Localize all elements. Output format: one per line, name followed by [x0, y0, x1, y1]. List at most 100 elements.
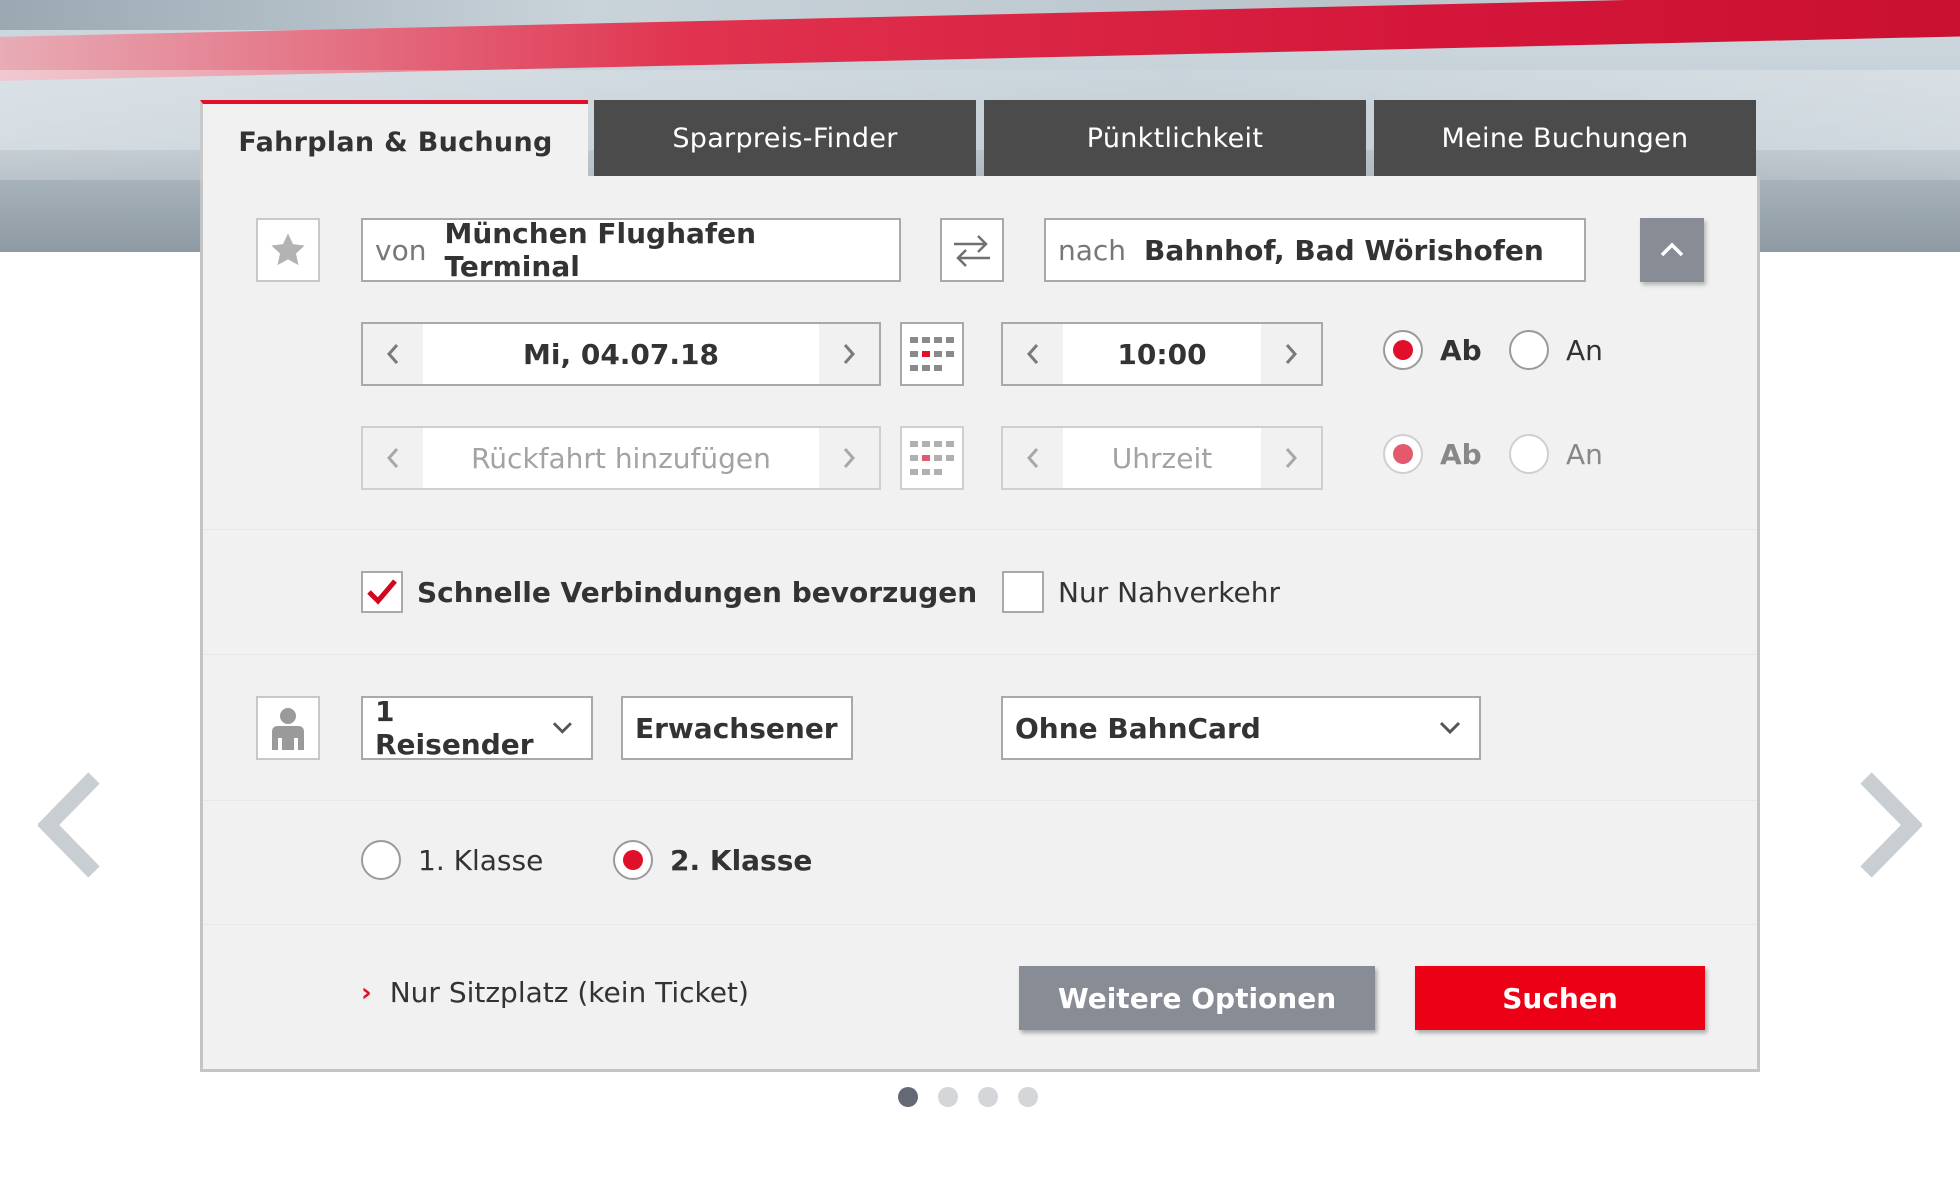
carousel-next-button[interactable]	[1852, 770, 1924, 880]
radio-circle	[1509, 330, 1549, 370]
return-date-stepper: Rückfahrt hinzufügen	[361, 426, 881, 490]
radio-dot	[1393, 444, 1413, 464]
person-icon	[272, 708, 304, 750]
second-class-label: 2. Klasse	[670, 843, 813, 877]
traveller-count-value: 1 Reisender	[375, 695, 534, 761]
chevron-right-icon	[1285, 344, 1298, 364]
tab-label: Fahrplan & Buchung	[238, 126, 553, 158]
radio-circle	[613, 840, 653, 880]
divider	[203, 529, 1757, 530]
radio-circle	[1509, 434, 1549, 474]
radio-dot	[1393, 340, 1413, 360]
outbound-date-stepper: Mi, 04.07.18	[361, 322, 881, 386]
fast-connections-label: Schnelle Verbindungen bevorzugen	[417, 575, 978, 609]
departure-label: Ab	[1440, 437, 1482, 471]
traveller-icon-box	[256, 696, 320, 760]
more-options-button[interactable]: Weitere Optionen	[1019, 966, 1375, 1030]
next-day-button[interactable]	[819, 324, 879, 384]
more-options-label: Weitere Optionen	[1057, 981, 1337, 1015]
chevron-down-icon	[1439, 721, 1461, 735]
seat-only-label: Nur Sitzplatz (kein Ticket)	[389, 976, 749, 1009]
tab-label: Sparpreis-Finder	[672, 122, 898, 154]
local-transport-label: Nur Nahverkehr	[1058, 575, 1280, 609]
outbound-time-stepper: 10:00	[1001, 322, 1323, 386]
tab-puenktlichkeit[interactable]: Pünktlichkeit	[984, 100, 1366, 176]
next-time-button[interactable]	[1261, 428, 1321, 488]
return-time-placeholder[interactable]: Uhrzeit	[1063, 428, 1261, 488]
radio-circle	[1383, 330, 1423, 370]
search-label: Suchen	[1502, 981, 1618, 1015]
carousel-dot-3[interactable]	[978, 1087, 998, 1107]
outbound-calendar-button[interactable]	[900, 322, 964, 386]
swap-stations-button[interactable]	[940, 218, 1004, 282]
traveller-type-select[interactable]: Erwachsener	[621, 696, 853, 760]
to-input[interactable]: nach Bahnhof, Bad Wörishofen	[1044, 218, 1586, 282]
prev-day-button[interactable]	[363, 324, 423, 384]
carousel-prev-button[interactable]	[36, 770, 108, 880]
favorites-button[interactable]	[256, 218, 320, 282]
tab-meine-buchungen[interactable]: Meine Buchungen	[1374, 100, 1756, 176]
chevron-down-icon	[553, 722, 573, 734]
divider	[203, 924, 1757, 925]
chevron-left-icon	[36, 772, 100, 878]
chevron-right-icon	[1860, 772, 1924, 878]
outbound-arrival-radio[interactable]: An	[1509, 330, 1603, 370]
chevron-left-icon	[386, 344, 399, 364]
calendar-icon	[910, 337, 954, 371]
tab-bar: Fahrplan & Buchung Sparpreis-Finder Pünk…	[200, 100, 1760, 180]
return-arrival-radio[interactable]: An	[1509, 434, 1603, 474]
return-date-placeholder[interactable]: Rückfahrt hinzufügen	[423, 428, 819, 488]
checkmark-icon	[367, 579, 397, 605]
seat-only-link[interactable]: › Nur Sitzplatz (kein Ticket)	[361, 976, 749, 1009]
prev-time-button[interactable]	[1003, 324, 1063, 384]
chevron-right-icon	[843, 344, 856, 364]
chevron-right-icon: ›	[361, 977, 372, 1008]
chevron-left-icon	[386, 448, 399, 468]
from-value: München Flughafen Terminal	[444, 217, 757, 283]
tab-label: Meine Buchungen	[1441, 122, 1689, 154]
calendar-icon	[910, 441, 954, 475]
chevron-left-icon	[1026, 344, 1039, 364]
from-label: von	[375, 233, 427, 267]
collapse-form-button[interactable]	[1640, 218, 1704, 282]
next-day-button[interactable]	[819, 428, 879, 488]
prev-time-button[interactable]	[1003, 428, 1063, 488]
outbound-departure-radio[interactable]: Ab	[1383, 330, 1482, 370]
departure-label: Ab	[1440, 333, 1482, 367]
outbound-date-value[interactable]: Mi, 04.07.18	[423, 324, 819, 384]
chevron-left-icon	[1026, 448, 1039, 468]
search-button[interactable]: Suchen	[1415, 966, 1705, 1030]
carousel-pagination	[898, 1087, 1038, 1107]
return-time-stepper: Uhrzeit	[1001, 426, 1323, 490]
prev-day-button[interactable]	[363, 428, 423, 488]
traveller-count-select[interactable]: 1 Reisender	[361, 695, 593, 761]
tab-sparpreis-finder[interactable]: Sparpreis-Finder	[594, 100, 976, 176]
return-calendar-button[interactable]	[900, 426, 964, 490]
return-departure-radio[interactable]: Ab	[1383, 434, 1482, 474]
bahncard-select[interactable]: Ohne BahnCard	[1001, 696, 1481, 760]
carousel-dot-2[interactable]	[938, 1087, 958, 1107]
first-class-radio[interactable]: 1. Klasse	[361, 840, 543, 880]
journey-planner: Fahrplan & Buchung Sparpreis-Finder Pünk…	[200, 100, 1760, 1072]
chevron-right-icon	[1285, 448, 1298, 468]
radio-circle	[1383, 434, 1423, 474]
carousel-dot-4[interactable]	[1018, 1087, 1038, 1107]
local-transport-checkbox[interactable]: Nur Nahverkehr	[1002, 571, 1280, 613]
arrival-label: An	[1566, 333, 1603, 367]
checkbox-box	[361, 571, 403, 613]
carousel-dot-1[interactable]	[898, 1087, 918, 1107]
swap-arrows-icon	[954, 235, 990, 267]
tab-fahrplan-buchung[interactable]: Fahrplan & Buchung	[200, 100, 588, 180]
from-input[interactable]: von München Flughafen Terminal	[361, 217, 901, 283]
tab-label: Pünktlichkeit	[1086, 122, 1264, 154]
outbound-time-value[interactable]: 10:00	[1063, 324, 1261, 384]
divider	[203, 800, 1757, 801]
to-label: nach	[1058, 233, 1127, 267]
next-time-button[interactable]	[1261, 324, 1321, 384]
arrival-label: An	[1566, 437, 1603, 471]
first-class-label: 1. Klasse	[418, 843, 544, 877]
second-class-radio[interactable]: 2. Klasse	[613, 840, 812, 880]
radio-dot	[623, 850, 643, 870]
star-icon	[271, 233, 305, 266]
fast-connections-checkbox[interactable]: Schnelle Verbindungen bevorzugen	[361, 571, 977, 613]
